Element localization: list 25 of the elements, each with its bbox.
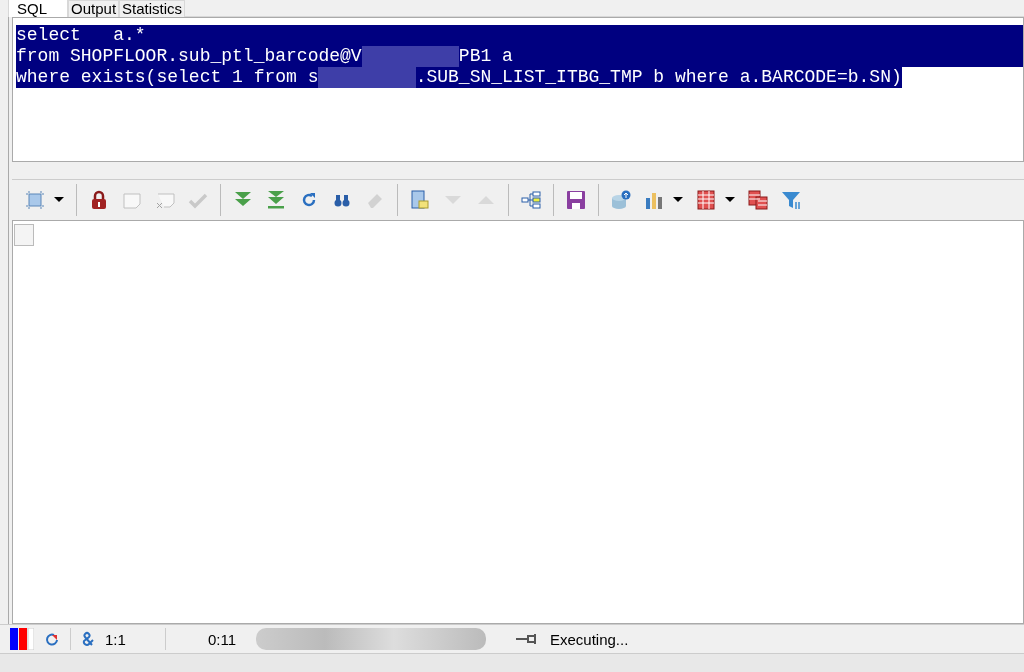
color-flags-icon xyxy=(10,628,34,650)
sql-editor[interactable]: select a.* from SHOPFLOOR.sub_ptl_barcode@V PB1 a where exists(select 1 from s .SUB_SN_LIST_ITBG_TMP b where a.BARCODE=b.SN) xyxy=(12,17,1024,162)
tables-icon[interactable] xyxy=(747,189,769,211)
status-text: Executing... xyxy=(550,630,629,648)
form-icon[interactable] xyxy=(409,189,431,211)
arrow-to-bottom-icon[interactable] xyxy=(265,189,287,211)
table-icon[interactable] xyxy=(695,189,717,211)
tab[interactable]: Statistics xyxy=(119,0,186,17)
caret-icon[interactable] xyxy=(672,196,684,204)
tree-icon[interactable] xyxy=(520,189,542,211)
tab[interactable]: Output xyxy=(68,0,120,17)
filter-icon[interactable] xyxy=(780,189,802,211)
database-icon[interactable] xyxy=(610,189,632,211)
ampersand-icon xyxy=(81,631,95,647)
code-text: from SHOPFLOOR.sub_ptl_barcode@V xyxy=(16,46,362,67)
refresh-icon[interactable] xyxy=(44,631,60,647)
cursor-position: 1:1 xyxy=(105,630,127,648)
code-text: where exists(select 1 from s xyxy=(16,67,319,88)
caret-icon[interactable] xyxy=(53,196,65,204)
elapsed-time: 0:11 xyxy=(206,630,236,648)
caret-icon[interactable] xyxy=(724,196,736,204)
code-text: .SUB_SN_LIST_ITBG_TMP b where a.BARCODE=b.SN) xyxy=(415,67,902,88)
tab[interactable]: SQL xyxy=(8,0,68,17)
save-icon[interactable] xyxy=(565,189,587,211)
select-icon[interactable] xyxy=(24,189,46,211)
